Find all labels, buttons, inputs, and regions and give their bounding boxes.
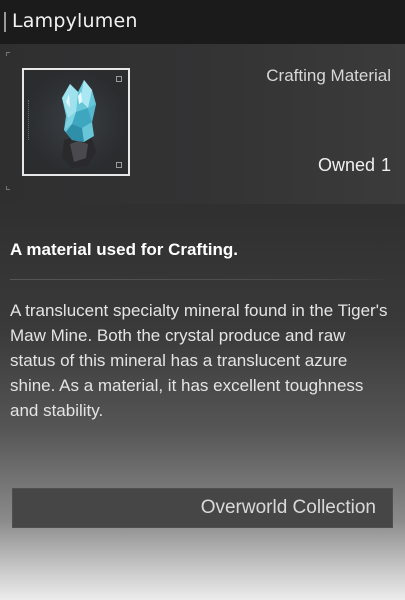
item-category: Crafting Material xyxy=(266,66,391,85)
item-description: A translucent specialty mineral found in… xyxy=(10,301,388,420)
item-header: Lampylumen xyxy=(0,0,405,44)
corner-bracket xyxy=(6,186,10,190)
source-button[interactable]: Overworld Collection xyxy=(12,488,393,528)
frame-decoration xyxy=(28,100,34,140)
section-divider xyxy=(10,279,395,280)
owned-count: Owned 1 xyxy=(318,155,391,176)
item-info-section: Crafting Material Owned 1 xyxy=(0,44,405,204)
frame-corner-tick xyxy=(116,76,122,82)
item-summary: A material used for Crafting. xyxy=(10,240,238,259)
frame-corner-tick xyxy=(116,162,122,168)
item-detail-panel: Lampylumen Crafting Material Owned 1 A m… xyxy=(0,0,405,600)
owned-value: 1 xyxy=(380,155,391,175)
header-accent-bar xyxy=(4,12,6,32)
owned-label: Owned xyxy=(317,155,375,175)
corner-bracket xyxy=(6,52,10,56)
item-icon-frame xyxy=(22,68,130,176)
item-name: Lampylumen xyxy=(12,10,138,32)
blue-crystal-icon xyxy=(62,80,96,168)
